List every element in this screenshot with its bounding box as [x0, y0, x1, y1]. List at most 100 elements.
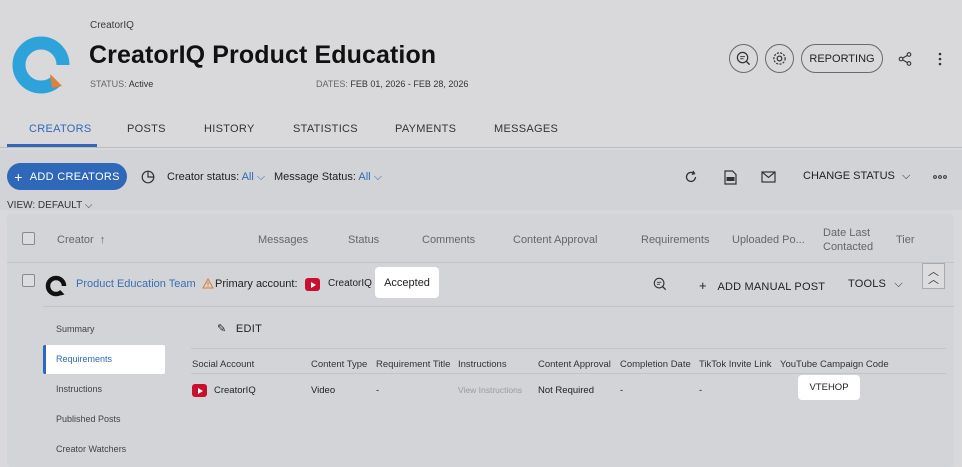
refresh-icon[interactable]: [683, 169, 699, 185]
table-row: Product Education Team Primary account: …: [7, 263, 954, 306]
req-requirement-title: -: [376, 385, 380, 396]
req-content-type: Video: [311, 385, 336, 396]
status-meta: STATUS: Active: [90, 79, 153, 89]
creator-status-value: All: [241, 171, 254, 183]
header-date-last-line1: Date Last: [823, 227, 871, 239]
breadcrumb[interactable]: CreatorIQ: [90, 20, 134, 31]
header-status[interactable]: Status: [348, 234, 379, 246]
settings-button[interactable]: [765, 44, 794, 73]
req-header-social-account: Social Account: [192, 359, 255, 370]
chevron-down-icon: ⌵: [256, 171, 266, 183]
req-header-youtube-campaign-code: YouTube Campaign Code: [780, 359, 889, 370]
tab-creators[interactable]: CREATORS: [29, 123, 92, 135]
header-creator[interactable]: Creator ↑: [57, 234, 105, 246]
req-header-content-approval: Content Approval: [538, 359, 611, 370]
status-value: Active: [128, 79, 154, 89]
subnav-requirements[interactable]: Requirements: [56, 354, 112, 364]
change-status-dropdown[interactable]: CHANGE STATUS ⌵: [803, 170, 910, 183]
chevron-down-icon: ⌵: [84, 200, 93, 211]
primary-account-name[interactable]: CreatorIQ: [328, 278, 372, 289]
chevron-down-icon: ⌵: [901, 170, 911, 182]
dates-meta: DATES: FEB 01, 2026 - FEB 28, 2026: [316, 79, 468, 89]
subnav-creator-watchers[interactable]: Creator Watchers: [56, 444, 126, 454]
creator-name-link[interactable]: Product Education Team: [76, 278, 196, 290]
req-content-approval: Not Required: [538, 385, 594, 396]
social-listening-button[interactable]: [729, 44, 758, 73]
tab-payments[interactable]: PAYMENTS: [395, 123, 456, 135]
tab-statistics[interactable]: STATISTICS: [293, 123, 358, 135]
youtube-icon: [192, 384, 207, 397]
mail-icon[interactable]: [760, 169, 776, 185]
add-creators-button[interactable]: + ADD CREATORS: [7, 163, 127, 190]
tab-messages[interactable]: MESSAGES: [494, 123, 558, 135]
subnav-summary[interactable]: Summary: [56, 324, 95, 334]
header-creator-label: Creator: [57, 234, 94, 246]
add-creators-label: ADD CREATORS: [29, 170, 120, 183]
arrow-up-icon: ↑: [99, 234, 106, 246]
row-divider: [191, 348, 946, 349]
row-divider: [43, 306, 954, 307]
dates-value: FEB 01, 2026 - FEB 28, 2026: [350, 79, 469, 89]
status-badge[interactable]: Accepted: [375, 267, 439, 298]
double-chevron-up-icon: ︿ ︿: [928, 266, 939, 286]
req-header-tiktok-invite-link: TikTok Invite Link: [699, 359, 772, 370]
header-comments[interactable]: Comments: [422, 234, 475, 246]
header-date-last-contacted[interactable]: Date Last Contacted: [823, 226, 873, 254]
youtube-icon: [305, 278, 320, 291]
subnav-instructions[interactable]: Instructions: [56, 384, 102, 394]
edit-button[interactable]: ✎ EDIT: [217, 322, 262, 335]
collapse-row-button[interactable]: ︿ ︿: [922, 263, 945, 289]
req-header-content-type: Content Type: [311, 359, 368, 370]
tools-dropdown[interactable]: TOOLS ⌵: [848, 278, 903, 291]
header-content-approval[interactable]: Content Approval: [513, 234, 597, 246]
pencil-icon: ✎: [217, 323, 227, 335]
search-chat-icon: [736, 51, 751, 66]
tab-history[interactable]: HISTORY: [204, 123, 255, 135]
message-status-filter[interactable]: Message Status: All ⌵: [274, 171, 382, 184]
view-instructions-link[interactable]: View Instructions: [458, 385, 522, 395]
gear-icon: [773, 52, 786, 65]
page-title: CreatorIQ Product Education: [89, 41, 437, 69]
req-header-completion-date: Completion Date: [620, 359, 691, 370]
req-header-instructions: Instructions: [458, 359, 507, 370]
creators-toolbar: + ADD CREATORS Creator status: All ⌵ Mes…: [0, 150, 962, 211]
row-checkbox[interactable]: [22, 274, 35, 287]
header-requirements[interactable]: Requirements: [641, 234, 709, 246]
add-manual-post-button[interactable]: + ADD MANUAL POST: [699, 278, 825, 293]
divider: [0, 147, 962, 148]
header-messages[interactable]: Messages: [258, 234, 308, 246]
select-all-checkbox[interactable]: [22, 232, 35, 245]
share-icon[interactable]: [896, 50, 914, 68]
row-divider: [191, 373, 946, 374]
more-horizontal-icon[interactable]: [932, 169, 948, 185]
req-completion-date: -: [620, 385, 624, 396]
message-status-value: All: [358, 171, 371, 183]
pie-chart-icon[interactable]: [140, 169, 156, 185]
chevron-down-icon: ⌵: [373, 171, 383, 183]
export-xls-icon[interactable]: [722, 169, 738, 185]
req-header-requirement-title: Requirement Title: [376, 359, 451, 370]
add-manual-post-label: ADD MANUAL POST: [717, 281, 826, 293]
tab-posts[interactable]: POSTS: [127, 123, 166, 135]
reporting-button[interactable]: REPORTING: [801, 44, 883, 73]
social-listening-icon[interactable]: [653, 277, 667, 296]
edit-label: EDIT: [235, 323, 263, 335]
creator-status-filter[interactable]: Creator status: All ⌵: [167, 171, 265, 184]
message-status-label: Message Status:: [274, 171, 356, 183]
header-tier[interactable]: Tier: [896, 234, 915, 246]
plus-icon: +: [14, 168, 23, 185]
change-status-label: CHANGE STATUS: [803, 170, 895, 182]
more-vertical-icon[interactable]: [931, 50, 949, 68]
subnav-published-posts[interactable]: Published Posts: [56, 414, 121, 424]
youtube-campaign-code[interactable]: VTEHOP: [798, 375, 860, 400]
req-social-account[interactable]: CreatorIQ: [214, 385, 256, 396]
plus-icon: +: [699, 278, 707, 293]
status-label: STATUS:: [90, 79, 127, 89]
creator-avatar: [45, 275, 67, 297]
header-uploaded-posts[interactable]: Uploaded Po...: [732, 234, 805, 246]
header-date-last-line2: Contacted: [823, 241, 874, 253]
view-selector[interactable]: VIEW: DEFAULT ⌵: [7, 200, 92, 211]
creator-status-label: Creator status:: [167, 171, 240, 183]
creatoriq-logo: [12, 36, 70, 94]
primary-account-label: Primary account:: [215, 278, 298, 290]
